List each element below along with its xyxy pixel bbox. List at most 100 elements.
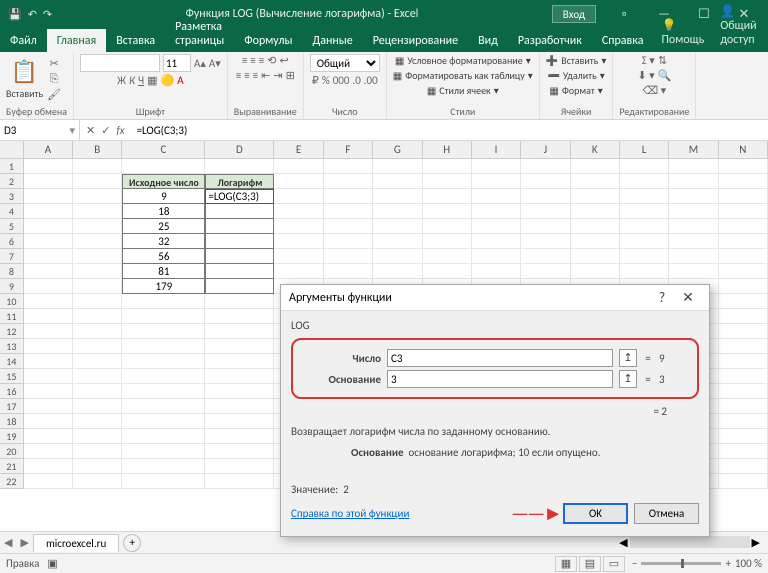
row-header[interactable]: 13 [0, 339, 24, 354]
cell[interactable] [324, 234, 373, 249]
cell[interactable] [205, 234, 274, 249]
cell[interactable] [324, 174, 373, 189]
cell[interactable] [73, 429, 122, 444]
cell[interactable] [205, 219, 274, 234]
arg2-input[interactable] [387, 370, 613, 388]
align-bottom-icon[interactable]: ≡ [259, 54, 264, 67]
save-icon[interactable]: 💾 [8, 8, 22, 21]
cell[interactable] [24, 279, 73, 294]
cell[interactable] [205, 444, 274, 459]
cell[interactable] [274, 219, 323, 234]
cell[interactable] [73, 369, 122, 384]
cell[interactable] [205, 204, 274, 219]
cell[interactable] [24, 399, 73, 414]
cell[interactable] [205, 384, 274, 399]
row-header[interactable]: 5 [0, 219, 24, 234]
column-header[interactable]: A [24, 141, 73, 158]
row-header[interactable]: 7 [0, 249, 24, 264]
new-sheet-button[interactable]: + [123, 534, 141, 552]
cell[interactable] [719, 399, 768, 414]
paste-icon[interactable]: 📋 [11, 58, 38, 85]
tab-view[interactable]: Вид [468, 29, 508, 52]
column-header[interactable]: M [669, 141, 718, 158]
cell[interactable] [73, 204, 122, 219]
cell[interactable] [24, 324, 73, 339]
row-header[interactable]: 20 [0, 444, 24, 459]
cell[interactable] [24, 219, 73, 234]
tab-formulas[interactable]: Формулы [234, 29, 302, 52]
cell[interactable] [24, 429, 73, 444]
undo-icon[interactable]: ↶ [28, 8, 37, 21]
cell[interactable] [73, 249, 122, 264]
cell[interactable] [122, 444, 205, 459]
cell[interactable] [719, 384, 768, 399]
cell[interactable] [324, 264, 373, 279]
cell[interactable] [423, 249, 472, 264]
column-header[interactable]: F [324, 141, 373, 158]
cell[interactable] [24, 189, 73, 204]
cell[interactable]: 56 [122, 249, 205, 264]
cell[interactable]: Логарифм [205, 174, 274, 189]
row-header[interactable]: 4 [0, 204, 24, 219]
cell[interactable]: =LOG(C3;3) [205, 189, 274, 204]
row-header[interactable]: 19 [0, 429, 24, 444]
arg1-input[interactable] [387, 349, 613, 367]
cell[interactable] [205, 279, 274, 294]
cell[interactable] [122, 159, 205, 174]
function-help-link[interactable]: Справка по этой функции [291, 507, 409, 520]
cell[interactable] [24, 444, 73, 459]
cell[interactable] [669, 249, 718, 264]
cell[interactable] [373, 219, 422, 234]
cell[interactable] [274, 189, 323, 204]
cell[interactable] [620, 204, 669, 219]
cell[interactable] [24, 174, 73, 189]
hscroll-right-icon[interactable]: ▶ [752, 536, 760, 549]
row-header[interactable]: 11 [0, 309, 24, 324]
cell[interactable] [423, 234, 472, 249]
cell[interactable] [521, 174, 570, 189]
format-cells-button[interactable]: ▦ Формат ▾ [549, 84, 602, 97]
view-normal-icon[interactable]: ▦ [555, 556, 577, 572]
cell[interactable] [571, 189, 620, 204]
clear-icon[interactable]: ⌫ ▾ [643, 84, 667, 97]
sort-filter-icon[interactable]: ⇅ [658, 54, 667, 67]
cell[interactable]: 179 [122, 279, 205, 294]
cell[interactable] [620, 159, 669, 174]
cell[interactable] [324, 249, 373, 264]
cell[interactable] [73, 264, 122, 279]
italic-icon[interactable]: К [129, 74, 135, 87]
cell[interactable] [324, 219, 373, 234]
cell[interactable] [620, 219, 669, 234]
cell[interactable] [620, 249, 669, 264]
column-header[interactable]: N [719, 141, 768, 158]
underline-icon[interactable]: Ч [138, 74, 144, 87]
cell[interactable] [571, 264, 620, 279]
merge-icon[interactable]: ⊞ [286, 69, 295, 82]
cell[interactable] [24, 309, 73, 324]
column-header[interactable]: C [122, 141, 205, 158]
cell[interactable] [73, 234, 122, 249]
row-header[interactable]: 16 [0, 384, 24, 399]
cell[interactable] [73, 159, 122, 174]
cell[interactable] [571, 219, 620, 234]
cell[interactable] [719, 234, 768, 249]
number-format-select[interactable]: Общий [310, 54, 380, 72]
cell[interactable] [423, 204, 472, 219]
row-header[interactable]: 8 [0, 264, 24, 279]
hscroll-bar[interactable] [630, 536, 750, 548]
cell[interactable] [24, 264, 73, 279]
column-header[interactable]: B [73, 141, 122, 158]
view-page-layout-icon[interactable]: ▤ [579, 556, 601, 572]
cell[interactable] [719, 294, 768, 309]
cell[interactable] [571, 249, 620, 264]
cell[interactable]: 81 [122, 264, 205, 279]
sheet-nav-prev-icon[interactable]: ◀ [0, 536, 16, 549]
cell[interactable] [472, 174, 521, 189]
font-size-select[interactable] [163, 54, 191, 72]
cell[interactable] [423, 159, 472, 174]
zoom-out-icon[interactable]: − [632, 557, 637, 570]
row-header[interactable]: 12 [0, 324, 24, 339]
cell[interactable] [205, 474, 274, 489]
cell[interactable] [571, 159, 620, 174]
cell[interactable]: Исходное число [122, 174, 205, 189]
